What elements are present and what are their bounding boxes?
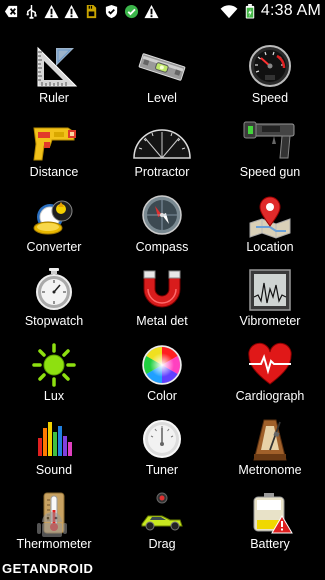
compass-icon xyxy=(142,195,182,235)
tool-label: Speed xyxy=(251,91,289,105)
warning-icon xyxy=(64,4,79,18)
tool-location[interactable]: Location xyxy=(216,193,324,267)
tool-drag[interactable]: Drag xyxy=(108,490,216,564)
tool-label: Lux xyxy=(43,388,65,403)
map-pin-icon xyxy=(249,196,291,239)
metronome-icon xyxy=(253,419,287,461)
battery-charging-icon xyxy=(245,3,255,19)
ruler-icon xyxy=(37,46,78,87)
tool-label: Color xyxy=(147,388,177,403)
tool-tuner[interactable]: Tuner xyxy=(108,416,216,490)
check-circle-icon xyxy=(124,4,139,18)
speedometer-icon xyxy=(249,45,291,87)
vibrometer-icon xyxy=(249,269,291,311)
tool-sound[interactable]: Sound xyxy=(0,416,108,490)
stopwatch-icon xyxy=(36,268,72,311)
tool-ruler[interactable]: Ruler xyxy=(0,44,108,118)
tool-vibrometer[interactable]: Vibrometer xyxy=(216,267,324,341)
laser-gun-icon xyxy=(33,127,76,161)
tool-label: Cardiograph xyxy=(235,388,305,403)
tool-label: Converter xyxy=(26,239,82,254)
status-bar-system: 4:38 AM xyxy=(219,2,325,20)
wifi-icon xyxy=(220,4,238,18)
heart-pulse-icon xyxy=(248,342,292,385)
level-icon xyxy=(138,53,186,81)
tool-battery[interactable]: Battery xyxy=(216,490,324,564)
tool-label: Compass xyxy=(135,239,189,254)
tool-label: Level xyxy=(147,91,177,105)
speed-gun-icon xyxy=(243,121,295,159)
tool-label: Vibrometer xyxy=(239,314,301,329)
tool-metal-det[interactable]: Metal det xyxy=(108,267,216,341)
tool-label: Ruler xyxy=(39,91,69,105)
tool-protractor[interactable]: Protractor xyxy=(108,118,216,192)
tool-converter[interactable]: Converter xyxy=(0,193,108,267)
protractor-icon xyxy=(133,129,191,160)
converter-icon xyxy=(33,200,73,235)
notification-icon xyxy=(4,5,18,17)
tool-level[interactable]: Level xyxy=(108,44,216,118)
tool-label: Speed gun xyxy=(239,165,301,180)
sun-icon xyxy=(32,342,76,387)
battery-warning-icon xyxy=(253,493,293,534)
watermark-text: GETANDROID xyxy=(2,561,94,576)
android-robot-icon xyxy=(37,512,67,537)
tool-distance[interactable]: Distance xyxy=(0,118,108,192)
tool-label: Drag xyxy=(148,537,176,552)
tool-label: Stopwatch xyxy=(24,314,84,329)
tool-color[interactable]: Color xyxy=(108,342,216,416)
tuner-icon xyxy=(143,419,181,458)
sd-card-icon xyxy=(86,4,97,18)
tool-cardiograph[interactable]: Cardiograph xyxy=(216,342,324,416)
warning-icon xyxy=(44,4,59,18)
tool-label: Location xyxy=(246,239,294,254)
tool-label: Sound xyxy=(35,462,73,477)
color-wheel-icon xyxy=(142,344,182,385)
tool-label: Protractor xyxy=(134,165,190,180)
status-bar-notifications xyxy=(0,4,159,19)
tool-label: Metal det xyxy=(136,314,188,329)
tool-label: Distance xyxy=(29,165,79,180)
tool-label: Tuner xyxy=(145,462,179,477)
shield-icon xyxy=(105,4,118,18)
tool-speed-gun[interactable]: Speed gun xyxy=(216,118,324,192)
tool-stopwatch[interactable]: Stopwatch xyxy=(0,267,108,341)
tool-compass[interactable]: Compass xyxy=(108,193,216,267)
tool-label: Battery xyxy=(250,537,290,552)
status-bar: 4:38 AM xyxy=(0,0,325,22)
tool-lux[interactable]: Lux xyxy=(0,342,108,416)
status-bar-clock: 4:38 AM xyxy=(260,2,321,19)
tool-speed[interactable]: Speed xyxy=(216,44,324,118)
usb-icon xyxy=(26,4,37,19)
tools-grid: Ruler Level Speed Distance Protractor Sp… xyxy=(0,44,325,565)
tool-metronome[interactable]: Metronome xyxy=(216,416,324,490)
magnet-icon xyxy=(143,270,181,308)
tool-label: Metronome xyxy=(238,462,302,477)
car-icon xyxy=(141,492,183,531)
warning-icon xyxy=(144,4,159,18)
equalizer-icon xyxy=(38,421,72,456)
